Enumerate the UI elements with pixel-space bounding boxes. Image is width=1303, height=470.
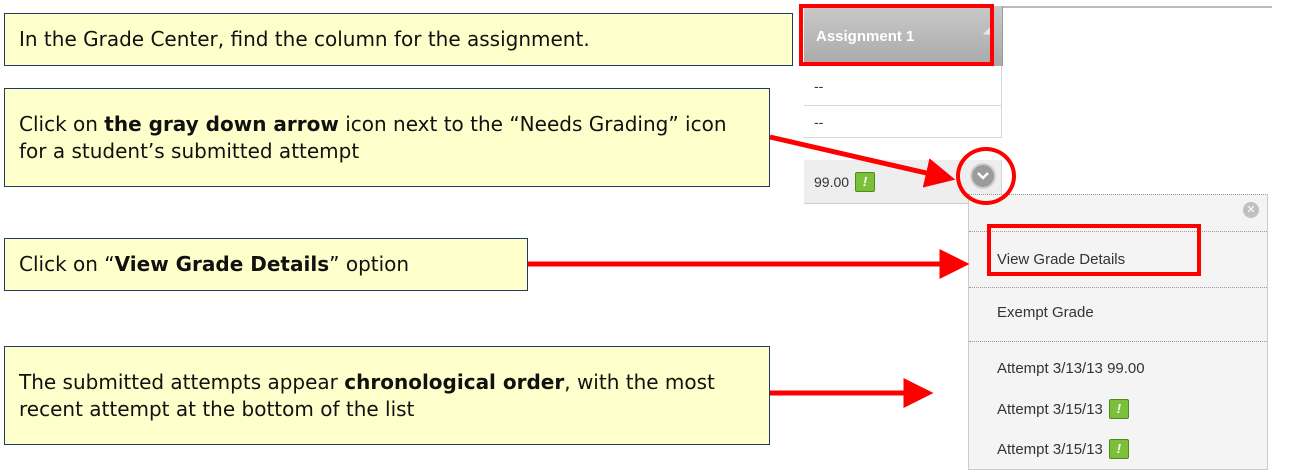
annotation-arrows [528,134,970,408]
arrow-to-down-arrow [769,134,956,188]
